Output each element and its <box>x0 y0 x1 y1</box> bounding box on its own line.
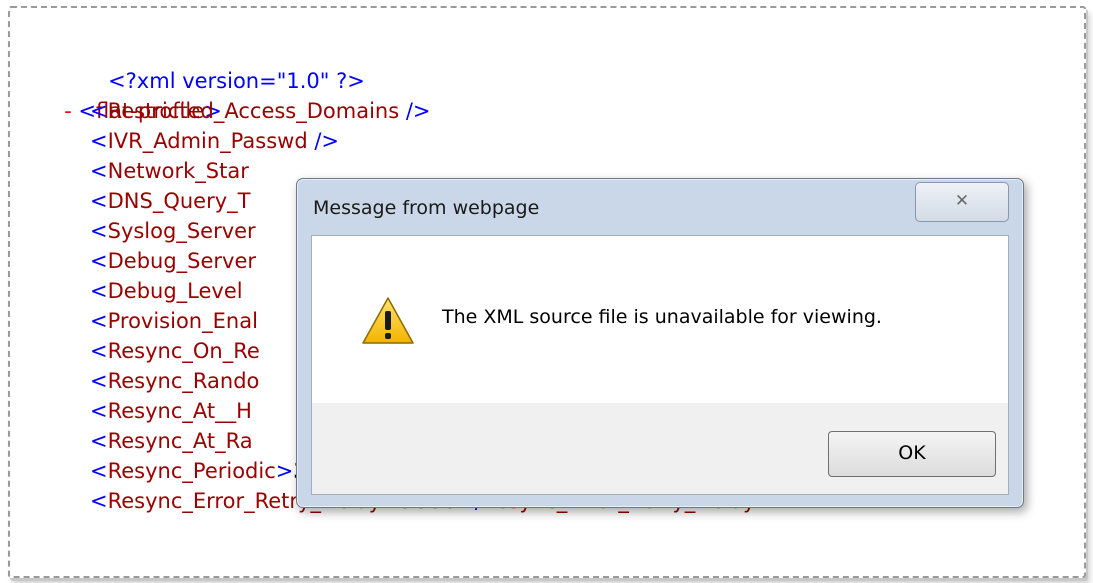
xml-root-line: - <flat-profile> <box>64 99 222 123</box>
dialog-client-area: The XML source file is unavailable for v… <box>311 235 1009 495</box>
warning-icon <box>362 297 414 344</box>
xml-tag-name: Provision_Enal <box>107 309 258 333</box>
xml-tag-name: Debug_Server <box>107 249 257 273</box>
dialog-title: Message from webpage <box>313 197 540 219</box>
xml-element-line: <IVR_Admin_Passwd /> <box>90 129 340 153</box>
xml-tag-name: DNS_Query_T <box>107 189 251 213</box>
xml-element-line: <Resync_At_Ra <box>90 429 253 453</box>
xml-tag-name: Resync_At_Ra <box>107 429 253 453</box>
xml-element-line: <Resync_On_Re <box>90 339 260 363</box>
close-button[interactable]: ✕ <box>915 182 1009 222</box>
xml-element-line: <Provision_Enal <box>90 309 258 333</box>
close-icon: ✕ <box>954 191 970 211</box>
xml-tag-name: IVR_Admin_Passwd <box>107 129 308 153</box>
xml-tag-name: Debug_Level <box>107 279 243 303</box>
xml-tag-name: Resync_Periodic <box>107 459 276 483</box>
xml-element-line: <Resync_Rando <box>90 369 260 393</box>
xml-tag-name: Syslog_Server <box>107 219 256 243</box>
xml-tag-name: Resync_At__H <box>107 399 252 423</box>
xml-element-line: <Debug_Server <box>90 249 257 273</box>
xml-element-line: <Network_Star <box>90 159 249 183</box>
message-text: The XML source file is unavailable for v… <box>442 306 882 328</box>
xml-tag-name: Resync_Rando <box>107 369 260 393</box>
ok-button[interactable]: OK <box>828 431 996 477</box>
collapse-toggle[interactable]: - <box>64 99 72 123</box>
xml-tag-name: Resync_On_Re <box>107 339 260 363</box>
message-dialog: Message from webpage ✕ The XML source fi… <box>296 178 1024 508</box>
xml-element-line: <Restricted_Access_Domains /> <box>90 99 431 123</box>
xml-tag-name: Restricted_Access_Domains <box>107 99 400 123</box>
xml-element-line: <DNS_Query_T <box>90 189 251 213</box>
screenshot-frame: <?xml version="1.0" ?> - <flat-profile> … <box>8 6 1086 578</box>
xml-declaration: <?xml version="1.0" ?> <box>68 36 365 93</box>
xml-element-line: <Syslog_Server <box>90 219 256 243</box>
xml-tag-name: Network_Star <box>107 159 249 183</box>
message-area: The XML source file is unavailable for v… <box>312 236 1008 403</box>
xml-element-line: <Debug_Level <box>90 279 243 303</box>
xml-element-line: <Resync_At__H <box>90 399 252 423</box>
